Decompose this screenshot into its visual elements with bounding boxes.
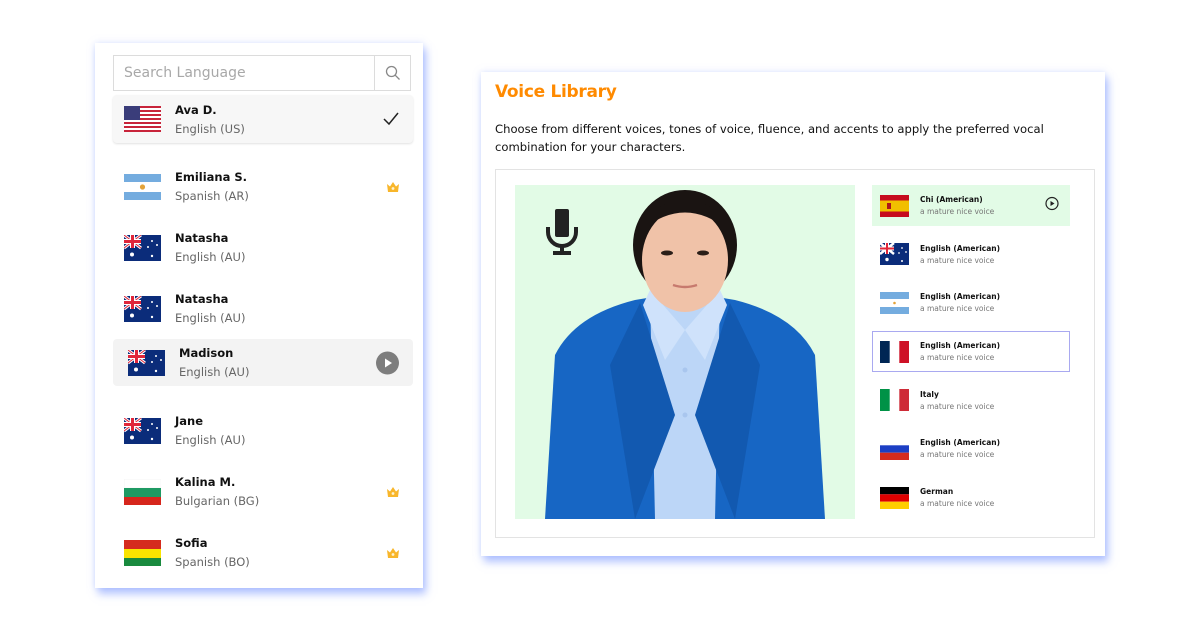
play-button[interactable] bbox=[376, 351, 399, 374]
voice-name: English (American) bbox=[920, 438, 1000, 447]
play-icon bbox=[376, 351, 399, 374]
language-item-natasha[interactable]: Natasha English (AU) bbox=[113, 217, 413, 278]
voice-item-english-ar[interactable]: English (American) a mature nice voice bbox=[872, 282, 1070, 323]
voice-name: German bbox=[920, 487, 994, 496]
voice-language: English (AU) bbox=[175, 250, 245, 264]
language-item-madison[interactable]: Madison English (AU) bbox=[113, 339, 413, 386]
voice-language: English (AU) bbox=[175, 311, 245, 325]
voice-item-italy[interactable]: Italy a mature nice voice bbox=[872, 380, 1070, 421]
voice-subtitle: a mature nice voice bbox=[920, 353, 1000, 362]
au-flag-icon bbox=[128, 350, 165, 376]
language-picker-panel: Ava D. English (US) Emiliana S. bbox=[95, 43, 423, 588]
search-button[interactable] bbox=[374, 56, 410, 90]
search-box bbox=[113, 55, 411, 91]
search-icon bbox=[385, 65, 401, 81]
voice-name: English (American) bbox=[920, 292, 1000, 301]
voice-library-description: Choose from different voices, tones of v… bbox=[495, 120, 1085, 156]
voice-name: Jane bbox=[175, 414, 245, 428]
voice-library-title: Voice Library bbox=[495, 82, 617, 102]
language-item-emiliana[interactable]: Emiliana S. Spanish (AR) bbox=[113, 156, 413, 217]
voice-subtitle: a mature nice voice bbox=[920, 207, 994, 216]
avatar-person bbox=[515, 185, 855, 519]
avatar-preview bbox=[515, 185, 855, 519]
voice-library-frame: Chi (American) a mature nice voice bbox=[495, 169, 1095, 538]
bg-flag-icon bbox=[124, 479, 161, 505]
voice-list: Chi (American) a mature nice voice bbox=[872, 185, 1070, 526]
voice-language: English (AU) bbox=[175, 433, 245, 447]
voice-language: Bulgarian (BG) bbox=[175, 494, 259, 508]
voice-subtitle: a mature nice voice bbox=[920, 450, 1000, 459]
bo-flag-icon bbox=[124, 540, 161, 566]
language-item-jane[interactable]: Jane English (AU) bbox=[113, 400, 413, 461]
au-flag-icon bbox=[880, 243, 909, 265]
voice-language: English (AU) bbox=[179, 365, 249, 379]
au-flag-icon bbox=[124, 235, 161, 261]
language-item-ava[interactable]: Ava D. English (US) bbox=[113, 95, 413, 143]
voice-language: English (US) bbox=[175, 122, 245, 136]
crown-icon bbox=[387, 548, 399, 558]
voice-subtitle: a mature nice voice bbox=[920, 256, 1000, 265]
voice-name: English (American) bbox=[920, 341, 1000, 350]
voice-name: Kalina M. bbox=[175, 475, 259, 489]
voice-name: Madison bbox=[179, 346, 249, 360]
voice-name: Ava D. bbox=[175, 103, 245, 117]
language-list: Ava D. English (US) Emiliana S. bbox=[113, 95, 413, 583]
voice-language: Spanish (BO) bbox=[175, 555, 250, 569]
ar-flag-icon bbox=[124, 174, 161, 200]
check-icon bbox=[383, 112, 399, 126]
voice-library-panel: Voice Library Choose from different voic… bbox=[481, 72, 1105, 556]
language-item-sofia[interactable]: Sofia Spanish (BO) bbox=[113, 522, 413, 583]
voice-item-english-ru[interactable]: English (American) a mature nice voice bbox=[872, 428, 1070, 469]
ar-flag-icon bbox=[880, 292, 909, 314]
voice-name: Italy bbox=[920, 390, 994, 399]
us-flag-icon bbox=[124, 106, 161, 132]
fr-flag-icon bbox=[880, 341, 909, 363]
language-item-kalina[interactable]: Kalina M. Bulgarian (BG) bbox=[113, 461, 413, 522]
voice-name: Chi (American) bbox=[920, 195, 994, 204]
voice-name: Emiliana S. bbox=[175, 170, 249, 184]
play-circle-icon bbox=[1045, 196, 1059, 210]
voice-subtitle: a mature nice voice bbox=[920, 304, 1000, 313]
crown-icon bbox=[387, 182, 399, 192]
ru-flag-icon bbox=[880, 438, 909, 460]
voice-subtitle: a mature nice voice bbox=[920, 499, 994, 508]
au-flag-icon bbox=[124, 418, 161, 444]
au-flag-icon bbox=[124, 296, 161, 322]
es-flag-icon bbox=[880, 195, 909, 217]
voice-language: Spanish (AR) bbox=[175, 189, 249, 203]
crown-icon bbox=[387, 487, 399, 497]
voice-name: Natasha bbox=[175, 292, 245, 306]
language-item-natasha-2[interactable]: Natasha English (AU) bbox=[113, 278, 413, 339]
voice-name: English (American) bbox=[920, 244, 1000, 253]
de-flag-icon bbox=[880, 487, 909, 509]
search-language-input[interactable] bbox=[114, 56, 374, 90]
voice-name: Sofia bbox=[175, 536, 250, 550]
it-flag-icon bbox=[880, 389, 909, 411]
voice-item-german[interactable]: German a mature nice voice bbox=[872, 477, 1070, 518]
voice-subtitle: a mature nice voice bbox=[920, 402, 994, 411]
voice-item-chi[interactable]: Chi (American) a mature nice voice bbox=[872, 185, 1070, 226]
voice-name: Natasha bbox=[175, 231, 245, 245]
voice-item-english-fr[interactable]: English (American) a mature nice voice bbox=[872, 331, 1070, 372]
play-button[interactable] bbox=[1045, 196, 1059, 215]
voice-item-english-au[interactable]: English (American) a mature nice voice bbox=[872, 234, 1070, 275]
